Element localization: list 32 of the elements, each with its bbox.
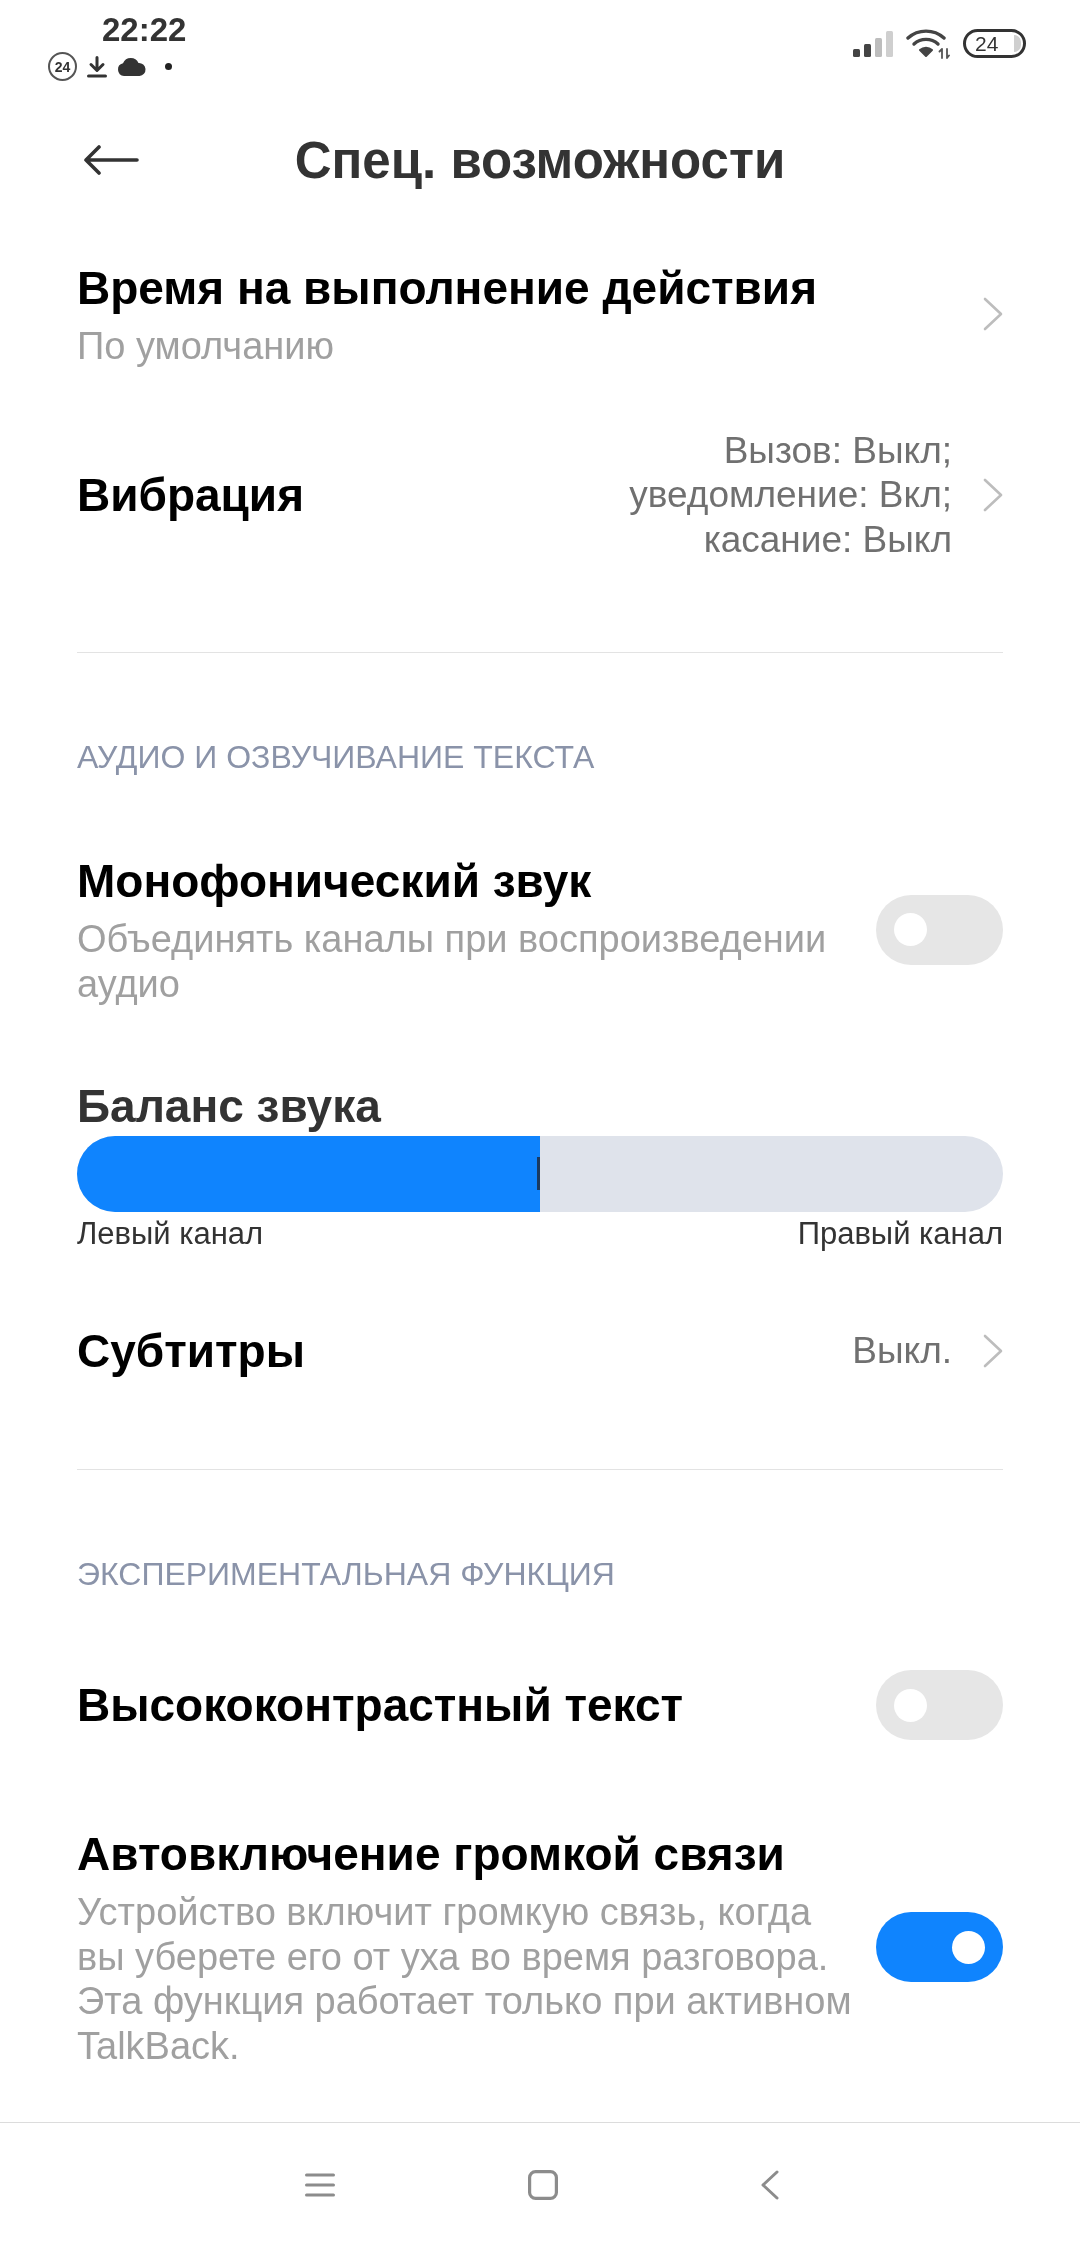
page-title: Спец. возможности <box>294 130 786 190</box>
setting-value: Вызов: Выкл; уведомление: Вкл; касание: Выкл <box>629 428 952 562</box>
battery-indicator: 24 <box>963 29 1026 58</box>
setting-title: Вибрация <box>77 468 304 524</box>
date-badge: 24 <box>48 52 77 81</box>
channel-label: Левый канал <box>77 1215 264 1253</box>
chevron-right-icon <box>983 297 1003 332</box>
chevron-right-icon <box>983 1334 1003 1368</box>
setting-summary: По умолчанию <box>77 324 334 369</box>
status-time: 22:22 <box>102 14 187 46</box>
setting-title: Время на выполнение действия <box>77 261 817 316</box>
channel-label: Правый канал <box>797 1215 1003 1253</box>
setting-title: Монофонический звук <box>77 854 592 909</box>
menu-icon[interactable] <box>305 2172 335 2197</box>
setting-title: Субтитры <box>77 1324 305 1379</box>
setting-summary: Объединять каналы при воспроизведении аудио <box>77 917 828 1006</box>
wifi-icon <box>906 28 950 59</box>
section-header: АУДИО И ОЗВУЧИВАНИЕ ТЕКСТА <box>77 738 595 777</box>
section-header: ЭКСПЕРИМЕНТАЛЬНАЯ ФУНКЦИЯ <box>77 1555 615 1594</box>
back-arrow-icon[interactable] <box>83 145 139 175</box>
setting-title: Автовключение громкой связи <box>77 1827 785 1882</box>
setting-title: Баланс звука <box>77 1079 381 1134</box>
setting-summary: Устройство включит громкую связь, когда вы уберете его от уха во время разговора. Эта функция работает только при активном TalkBack. <box>77 1890 852 2068</box>
download-icon <box>86 55 108 78</box>
cloud-icon <box>117 57 146 76</box>
setting-title: Высококонтрастный текст <box>77 1678 684 1733</box>
signal-icon <box>853 30 893 57</box>
chevron-right-icon <box>983 478 1003 513</box>
chevron-left-icon[interactable] <box>761 2169 779 2200</box>
dot-icon <box>165 63 172 70</box>
setting-value: Выкл. <box>852 1328 952 1373</box>
square-icon[interactable] <box>528 2169 558 2200</box>
